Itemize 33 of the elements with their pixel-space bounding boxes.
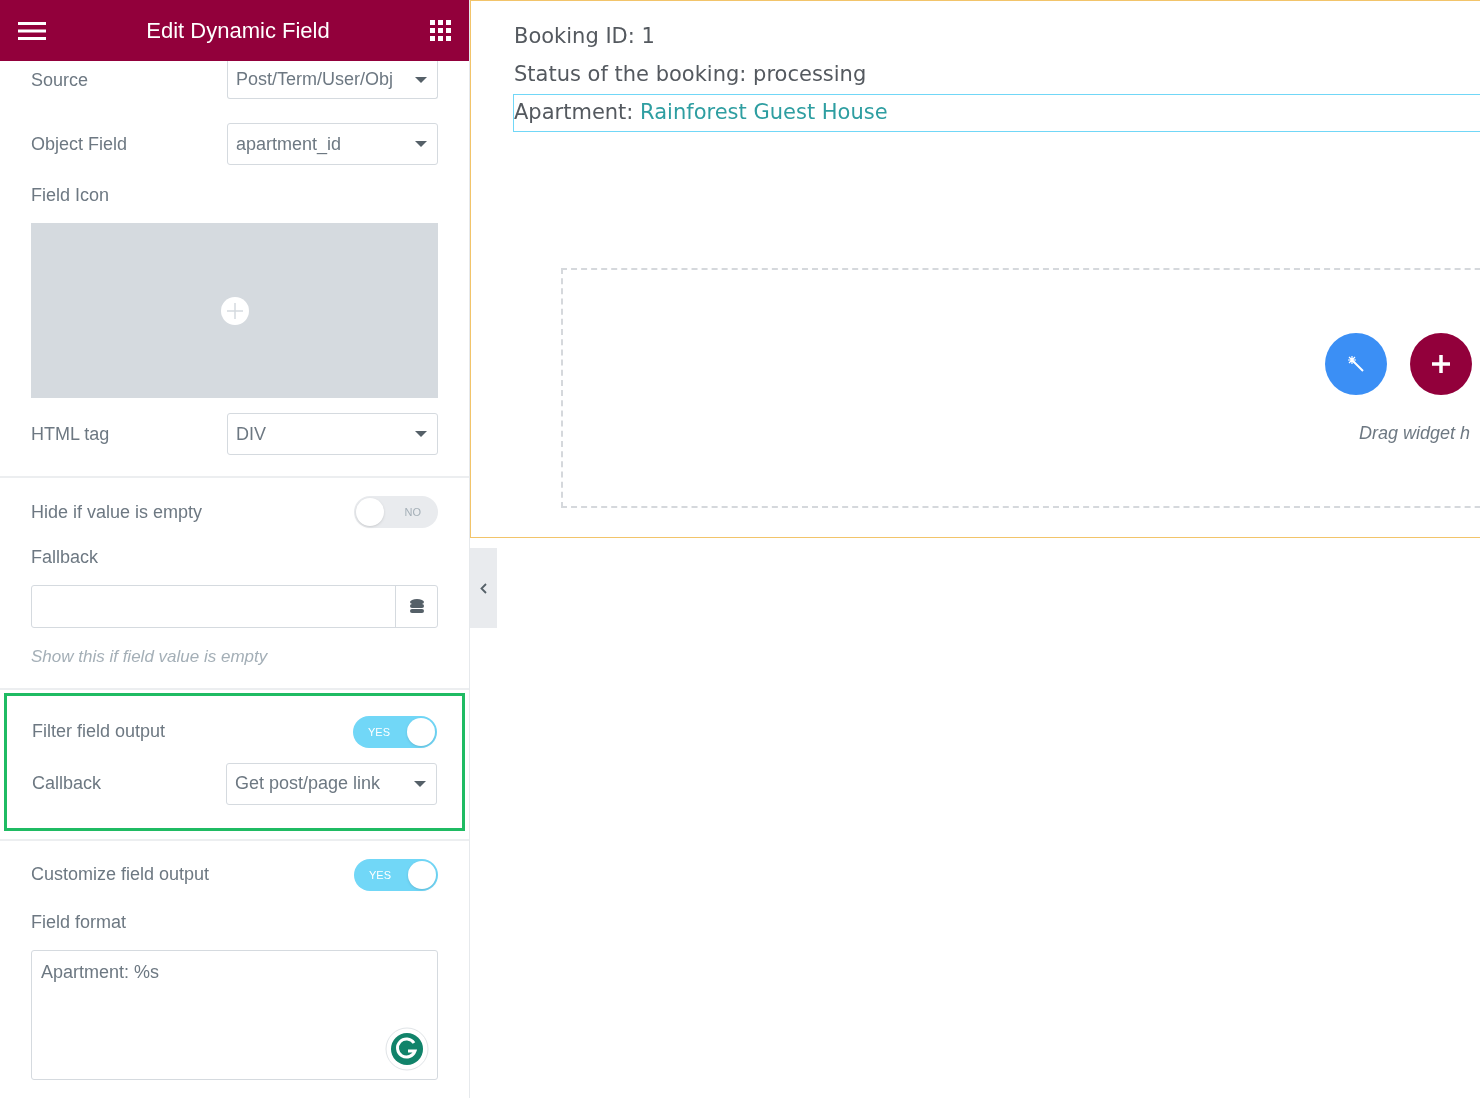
caret-icon [414, 780, 426, 787]
field-label: Callback [32, 772, 102, 795]
field-label: Filter field output [32, 720, 166, 743]
textarea-field[interactable]: Apartment: %s [31, 949, 438, 1080]
fallback-field[interactable] [31, 585, 438, 628]
magic-wand-icon [1347, 355, 1365, 373]
database-icon [409, 598, 424, 615]
panel-title: Edit Dynamic Field [146, 17, 330, 45]
grammar-assistant-icon[interactable] [385, 1026, 429, 1071]
field-label: Object Field [31, 132, 128, 156]
drop-zone-caption: Drag widget h [1359, 422, 1471, 445]
field-label: Field format [31, 910, 128, 934]
caret-icon [415, 141, 427, 147]
caret-icon [415, 76, 427, 83]
plus-icon [1431, 354, 1451, 374]
field-label: HTML tag [31, 422, 110, 446]
select-dropdown[interactable]: apartment_id [227, 123, 438, 165]
preview-text-line: Booking ID: 1 [513, 23, 656, 51]
select-dropdown[interactable]: DIV [227, 413, 438, 455]
field-label: Field Icon [31, 184, 111, 207]
field-label: Customize field output [31, 863, 210, 886]
preview-text-line: Status of the booking: processing [513, 61, 868, 89]
field-label: Fallback [31, 546, 100, 569]
apartment-link[interactable]: Rainforest Guest House [640, 97, 888, 129]
select-dropdown[interactable]: Post/Term/User/Obj [227, 61, 438, 99]
field-label: Source [31, 68, 89, 92]
menu-icon[interactable] [18, 21, 46, 40]
field-label: Hide if value is empty [31, 500, 203, 524]
caret-icon [415, 431, 427, 437]
select-dropdown[interactable]: Get post/page link [226, 762, 437, 805]
chevron-left-icon [480, 582, 487, 594]
grid-icon[interactable] [430, 20, 451, 41]
help-text: Show this if field value is empty [31, 646, 269, 668]
